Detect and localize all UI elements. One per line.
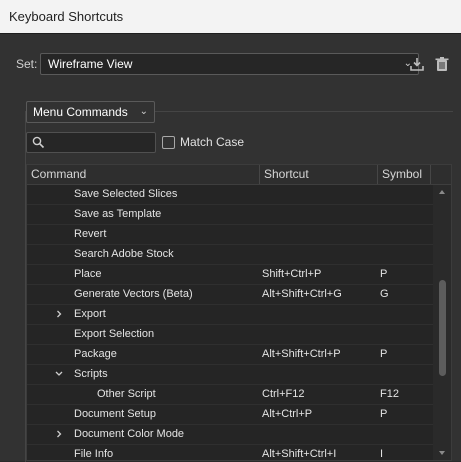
- column-header-command[interactable]: Command: [27, 165, 260, 184]
- scroll-down-icon[interactable]: [437, 448, 447, 458]
- chevron-right-icon[interactable]: [54, 426, 64, 442]
- table-row[interactable]: Other Script Ctrl+F12 F12: [27, 385, 434, 405]
- search-input[interactable]: [49, 134, 153, 153]
- chevron-down-icon: ⌄: [139, 106, 148, 117]
- table-row[interactable]: Save Selected Slices: [27, 185, 434, 205]
- column-header-shortcut[interactable]: Shortcut: [260, 165, 378, 184]
- symbol-cell[interactable]: P: [380, 265, 387, 283]
- save-download-icon: [410, 58, 424, 71]
- command-cell: Document Setup: [74, 408, 156, 420]
- command-cell: Save as Template: [74, 208, 162, 220]
- table-row[interactable]: Export Selection: [27, 325, 434, 345]
- table-row[interactable]: File Info Alt+Shift+Ctrl+I I: [27, 445, 434, 460]
- shortcut-cell[interactable]: Alt+Shift+Ctrl+I: [262, 445, 336, 460]
- match-case-checkbox[interactable]: [162, 135, 175, 149]
- shortcut-cell[interactable]: Ctrl+F12: [262, 385, 305, 403]
- save-set-button[interactable]: [408, 55, 426, 73]
- search-icon: [32, 136, 45, 149]
- command-cell: Save Selected Slices: [74, 188, 178, 200]
- shortcut-cell[interactable]: Alt+Ctrl+P: [262, 405, 312, 423]
- category-dropdown[interactable]: Menu Commands ⌄: [26, 101, 155, 123]
- symbol-cell[interactable]: P: [380, 345, 387, 363]
- trash-icon: [435, 57, 449, 71]
- search-field[interactable]: [26, 132, 156, 153]
- command-cell: Export Selection: [74, 328, 155, 340]
- command-cell: Other Script: [97, 388, 156, 400]
- match-case-option[interactable]: Match Case: [162, 135, 244, 149]
- table-row[interactable]: Place Shift+Ctrl+P P: [27, 265, 434, 285]
- set-row: Set: Wireframe View ⌄: [16, 52, 455, 76]
- table-row[interactable]: Package Alt+Shift+Ctrl+P P: [27, 345, 434, 365]
- command-cell: Generate Vectors (Beta): [74, 288, 193, 300]
- shortcut-cell[interactable]: Shift+Ctrl+P: [262, 265, 321, 283]
- set-label: Set:: [16, 57, 38, 71]
- keyboard-shortcuts-dialog: Keyboard Shortcuts Set: Wireframe View ⌄: [0, 0, 461, 462]
- symbol-cell[interactable]: G: [380, 285, 389, 303]
- command-cell: Revert: [74, 228, 107, 240]
- table-row[interactable]: Revert: [27, 225, 434, 245]
- chevron-down-icon[interactable]: [54, 366, 64, 382]
- set-dropdown-value: Wireframe View: [48, 57, 133, 71]
- table-row[interactable]: Generate Vectors (Beta) Alt+Shift+Ctrl+G G: [27, 285, 434, 305]
- command-cell: Scripts: [74, 368, 108, 380]
- table-body: Save Selected Slices Save as Template Reve…: [27, 185, 434, 460]
- title-divider: [0, 33, 461, 34]
- command-cell: Document Color Mode: [74, 428, 185, 440]
- window-title: Keyboard Shortcuts: [9, 9, 124, 24]
- column-header-symbol[interactable]: Symbol: [378, 165, 431, 184]
- symbol-cell[interactable]: I: [380, 445, 383, 460]
- symbol-cell[interactable]: F12: [380, 385, 399, 403]
- table-row[interactable]: Export: [27, 305, 434, 325]
- table-row[interactable]: Search Adobe Stock: [27, 245, 434, 265]
- match-case-label: Match Case: [180, 135, 245, 149]
- delete-set-button[interactable]: [433, 55, 451, 73]
- command-cell: Package: [74, 348, 117, 360]
- shortcut-cell[interactable]: Alt+Shift+Ctrl+G: [262, 285, 342, 303]
- table-header: Command Shortcut Symbol: [27, 165, 451, 185]
- shortcuts-table: Command Shortcut Symbol Save Selected Sl…: [26, 164, 452, 461]
- set-dropdown[interactable]: Wireframe View ⌄: [40, 53, 419, 75]
- command-cell: Search Adobe Stock: [74, 248, 174, 260]
- symbol-cell[interactable]: P: [380, 405, 387, 423]
- shortcut-cell[interactable]: Alt+Shift+Ctrl+P: [262, 345, 341, 363]
- scrollbar-thumb[interactable]: [439, 280, 446, 376]
- command-cell: Export: [74, 308, 106, 320]
- command-cell: File Info: [74, 448, 114, 460]
- table-row[interactable]: Save as Template: [27, 205, 434, 225]
- chevron-right-icon[interactable]: [54, 306, 64, 322]
- table-row[interactable]: Scripts: [27, 365, 434, 385]
- vertical-scrollbar[interactable]: [433, 185, 451, 460]
- title-bar: Keyboard Shortcuts: [0, 0, 461, 33]
- table-row[interactable]: Document Color Mode: [27, 425, 434, 445]
- scroll-up-icon[interactable]: [437, 187, 447, 197]
- table-row[interactable]: Document Setup Alt+Ctrl+P P: [27, 405, 434, 425]
- category-dropdown-value: Menu Commands: [33, 105, 128, 119]
- command-cell: Place: [74, 268, 102, 280]
